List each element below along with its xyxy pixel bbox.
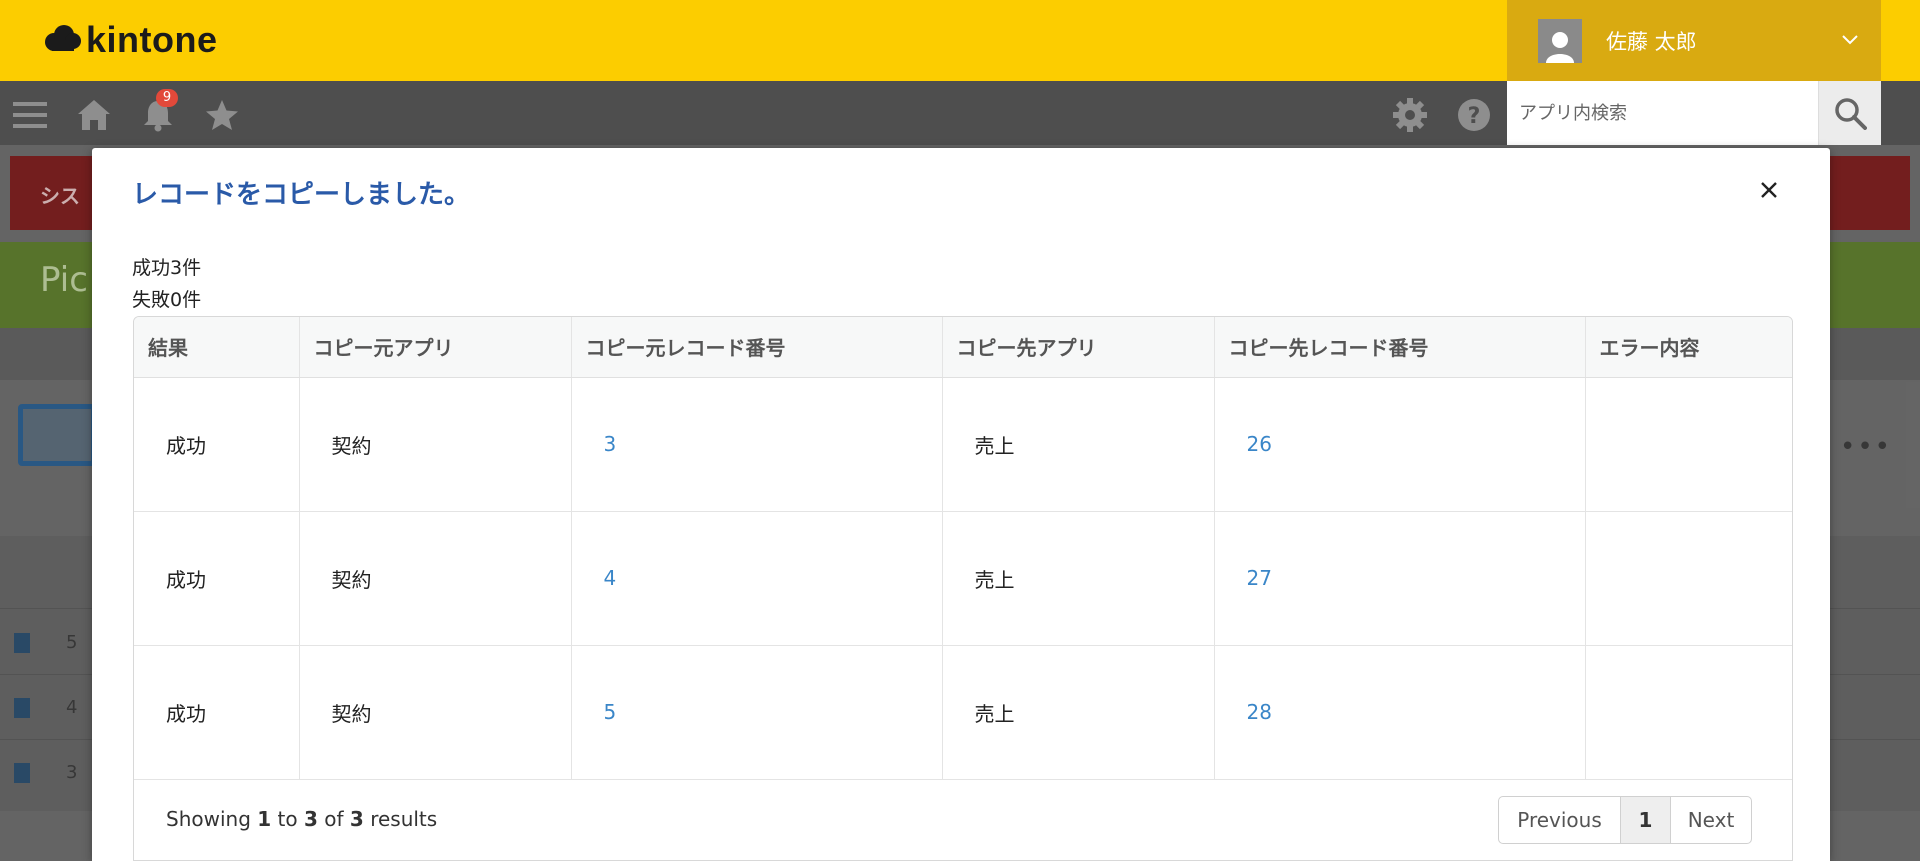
column-header-source-app[interactable]: コピー元アプリ: [299, 317, 572, 378]
logo-text: kintone: [86, 19, 218, 60]
user-menu[interactable]: 佐藤 太郎: [1507, 0, 1881, 81]
source-record-link[interactable]: 3: [571, 377, 943, 512]
result-summary: 成功3件 失敗0件: [132, 252, 201, 316]
app-search-input[interactable]: [1507, 81, 1818, 145]
source-app-cell: 契約: [299, 377, 572, 512]
kintone-cloud-icon: [45, 25, 81, 51]
column-header-dest-record[interactable]: コピー先レコード番号: [1214, 317, 1586, 378]
table-row: 成功 契約 3 売上 26: [134, 377, 1792, 512]
pagination: Previous 1 Next: [1498, 796, 1752, 844]
page-1-button[interactable]: 1: [1621, 797, 1671, 843]
notification-badge: 9: [156, 89, 178, 107]
error-cell: [1585, 645, 1792, 780]
table-footer: Showing 1 to 3 of 3 results Previous 1 N…: [134, 779, 1792, 860]
table-row: 成功 契約 4 売上 27: [134, 511, 1792, 646]
result-cell: 成功: [134, 645, 300, 780]
search-icon: [1835, 98, 1867, 130]
kintone-logo[interactable]: kintone: [44, 18, 218, 62]
close-icon[interactable]: [1757, 178, 1781, 202]
to-label: to: [277, 807, 298, 831]
column-header-error[interactable]: エラー内容: [1585, 317, 1792, 378]
table-header-row: 結果 コピー元アプリ コピー元レコード番号 コピー先アプリ コピー先レコード番号…: [134, 317, 1792, 378]
dest-app-cell: 売上: [942, 645, 1215, 780]
failure-count: 失敗0件: [132, 289, 202, 311]
source-app-cell: 契約: [299, 511, 572, 646]
table-row: 成功 契約 5 売上 28: [134, 645, 1792, 780]
total-count: 3: [349, 807, 364, 831]
dest-app-cell: 売上: [942, 511, 1215, 646]
next-page-button[interactable]: Next: [1671, 797, 1751, 843]
home-icon[interactable]: [76, 97, 112, 133]
gear-icon[interactable]: [1392, 97, 1428, 133]
column-header-source-record[interactable]: コピー元レコード番号: [571, 317, 943, 378]
result-cell: 成功: [134, 511, 300, 646]
app-search: [1507, 81, 1881, 145]
of-label: of: [324, 807, 344, 831]
error-cell: [1585, 377, 1792, 512]
help-icon[interactable]: ?: [1456, 97, 1492, 133]
range-to: 3: [303, 807, 318, 831]
column-header-result[interactable]: 結果: [134, 317, 300, 378]
column-header-dest-app[interactable]: コピー先アプリ: [942, 317, 1215, 378]
dialog-title: レコードをコピーしました。: [132, 180, 471, 210]
user-name: 佐藤 太郎: [1606, 29, 1697, 54]
star-icon[interactable]: [204, 97, 240, 133]
header-bar: kintone 佐藤 太郎: [0, 0, 1920, 81]
results-summary: Showing 1 to 3 of 3 results: [166, 807, 437, 831]
search-button[interactable]: [1818, 81, 1881, 145]
error-cell: [1585, 511, 1792, 646]
source-app-cell: 契約: [299, 645, 572, 780]
result-cell: 成功: [134, 377, 300, 512]
success-count: 成功3件: [132, 257, 202, 279]
source-record-link[interactable]: 4: [571, 511, 943, 646]
results-label: results: [370, 807, 438, 831]
dest-record-link[interactable]: 27: [1214, 511, 1586, 646]
copy-result-dialog: レコードをコピーしました。 成功3件 失敗0件 結果 コピー元アプリ コピー元レ…: [92, 148, 1830, 861]
chevron-down-icon[interactable]: [1841, 30, 1859, 48]
previous-page-button[interactable]: Previous: [1499, 797, 1621, 843]
source-record-link[interactable]: 5: [571, 645, 943, 780]
result-table: 結果 コピー元アプリ コピー元レコード番号 コピー先アプリ コピー先レコード番号…: [134, 317, 1792, 780]
result-table-card: 結果 コピー元アプリ コピー元レコード番号 コピー先アプリ コピー先レコード番号…: [133, 316, 1793, 861]
range-from: 1: [257, 807, 272, 831]
menu-icon[interactable]: [12, 97, 48, 133]
svg-text:?: ?: [1468, 104, 1481, 129]
user-avatar-icon: [1538, 18, 1582, 63]
dest-record-link[interactable]: 26: [1214, 377, 1586, 512]
showing-label: Showing: [166, 807, 251, 831]
dest-record-link[interactable]: 28: [1214, 645, 1586, 780]
dest-app-cell: 売上: [942, 377, 1215, 512]
